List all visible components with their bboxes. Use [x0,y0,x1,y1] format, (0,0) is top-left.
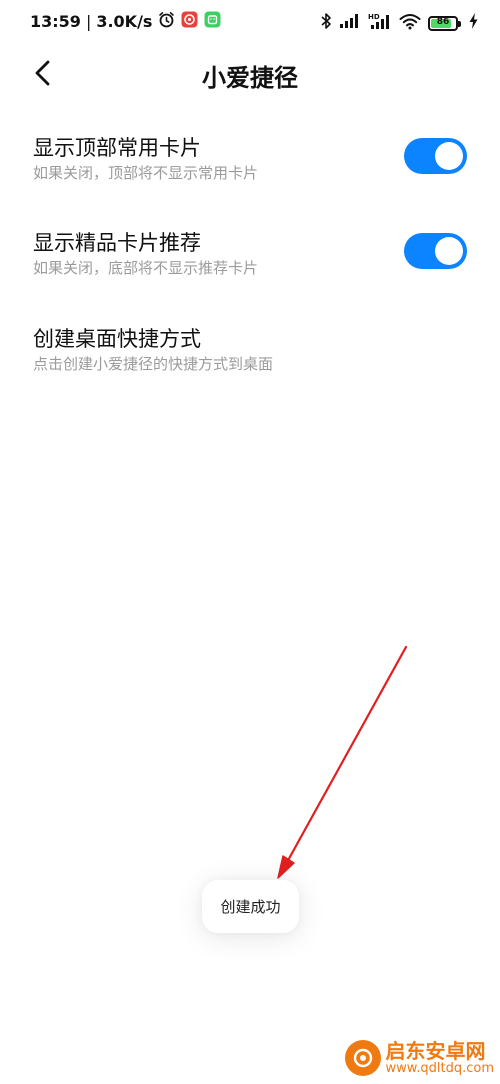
setting-title: 显示精品卡片推荐 [33,231,201,255]
status-right: HD 86 [321,12,478,34]
toggle-knob [435,142,463,170]
status-bar: 13:59 | 3.0K/s HD 86 [0,0,500,44]
setting-item-create-desktop-shortcut[interactable]: 创建桌面快捷方式 点击创建小爱捷径的快捷方式到桌面 [0,311,500,401]
toast-text: 创建成功 [220,898,281,916]
bluetooth-icon [321,12,332,34]
watermark-logo-icon [344,1040,381,1076]
svg-text:HD: HD [368,13,380,21]
setting-desc: 点击创建小爱捷径的快捷方式到桌面 [33,355,274,373]
signal-icon [339,13,361,33]
header: 小爱捷径 [0,46,500,102]
status-separator: | [85,12,92,31]
watermark-text: 启东安卓网 www.qdltdq.com [385,1038,494,1076]
setting-desc: 如果关闭，顶部将不显示常用卡片 [33,164,259,182]
setting-title: 显示顶部常用卡片 [33,136,201,160]
toggle-knob [435,237,463,265]
setting-title: 创建桌面快捷方式 [33,327,201,351]
setting-desc: 如果关闭，底部将不显示推荐卡片 [33,259,259,277]
battery-level: 86 [436,16,450,27]
status-time: 13:59 [30,12,81,31]
toggle-show-top-cards[interactable] [404,138,467,174]
charging-icon [469,13,478,33]
android-notification-icon [204,11,221,32]
status-left: 13:59 | 3.0K/s [30,11,221,32]
toast-create-success: 创建成功 [202,880,299,933]
setting-item-show-recommended-cards[interactable]: 显示精品卡片推荐 如果关闭，底部将不显示推荐卡片 [0,215,500,305]
hd-signal-icon: HD [368,12,392,34]
wifi-icon [399,13,421,34]
app-notification-icon [181,11,198,32]
setting-item-show-top-cards[interactable]: 显示顶部常用卡片 如果关闭，顶部将不显示常用卡片 [0,120,500,210]
watermark: 启东安卓网 www.qdltdq.com [344,1038,494,1076]
page-title: 小爱捷径 [202,64,298,92]
status-net-speed: 3.0K/s [96,12,153,31]
watermark-title: 启东安卓网 [385,1038,486,1063]
watermark-url: www.qdltdq.com [385,1060,494,1076]
battery-icon: 86 [428,15,461,31]
alarm-icon [158,11,175,32]
toggle-show-recommended-cards[interactable] [404,233,467,269]
